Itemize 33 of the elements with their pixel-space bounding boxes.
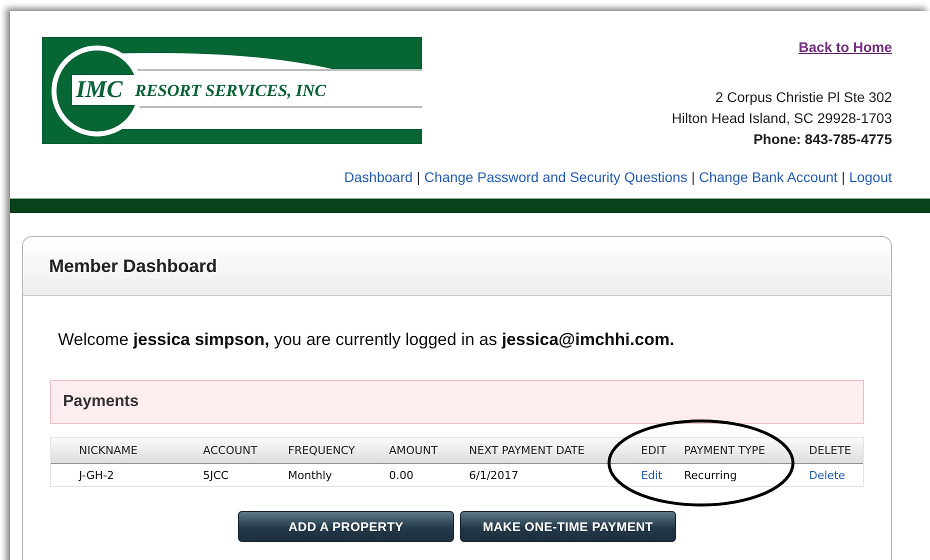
column-header: FREQUENCY xyxy=(288,444,356,457)
separator: | xyxy=(416,169,420,185)
column-header: AMOUNT xyxy=(389,444,439,457)
table-cell-text: J-GH-2 xyxy=(79,468,115,482)
nav-link[interactable]: Change Bank Account xyxy=(698,169,838,185)
column-header: DELETE xyxy=(809,444,852,457)
panel-title: Member Dashboard xyxy=(49,256,218,276)
table-link[interactable]: Edit xyxy=(641,468,684,482)
table-cell-text: 0.00 xyxy=(389,468,414,482)
back-to-home-link[interactable]: Back to Home xyxy=(798,39,892,55)
action-button[interactable]: MAKE ONE-TIME PAYMENT xyxy=(460,511,676,542)
column-header: NICKNAME xyxy=(79,444,139,457)
nav-link[interactable]: Change Password and Security Questions xyxy=(424,169,688,185)
table-cell-text: Recurring xyxy=(684,468,738,482)
address-line: 2 Corpus Christie Pl Ste 302 xyxy=(715,88,892,107)
table-cell-text: 5JCC xyxy=(203,468,230,482)
nav-link[interactable]: Dashboard xyxy=(344,169,413,185)
nav-link[interactable]: Logout xyxy=(849,169,892,185)
action-button[interactable]: ADD A PROPERTY xyxy=(238,511,454,542)
column-header: ACCOUNT xyxy=(203,444,258,457)
payments-title: Payments xyxy=(63,393,139,411)
table-cell-text: 6/1/2017 xyxy=(469,468,520,482)
phone-number: Phone: 843-785-4775 xyxy=(753,130,892,149)
company-logo: IMC RESORT SERVICES, INC xyxy=(42,37,422,144)
column-header: EDIT xyxy=(641,444,668,457)
separator: | xyxy=(691,169,695,185)
column-header: NEXT PAYMENT DATE xyxy=(469,444,586,457)
table-link[interactable]: Delete xyxy=(809,468,863,482)
separator: | xyxy=(842,169,846,185)
address-line: Hilton Head Island, SC 29928-1703 xyxy=(672,109,892,128)
welcome-message: Welcome jessica simpson, you are currently logged in as jessica@imchhi.com. xyxy=(58,330,676,350)
table-cell-text: Monthly xyxy=(288,468,334,482)
column-header: PAYMENT TYPE xyxy=(684,444,766,457)
